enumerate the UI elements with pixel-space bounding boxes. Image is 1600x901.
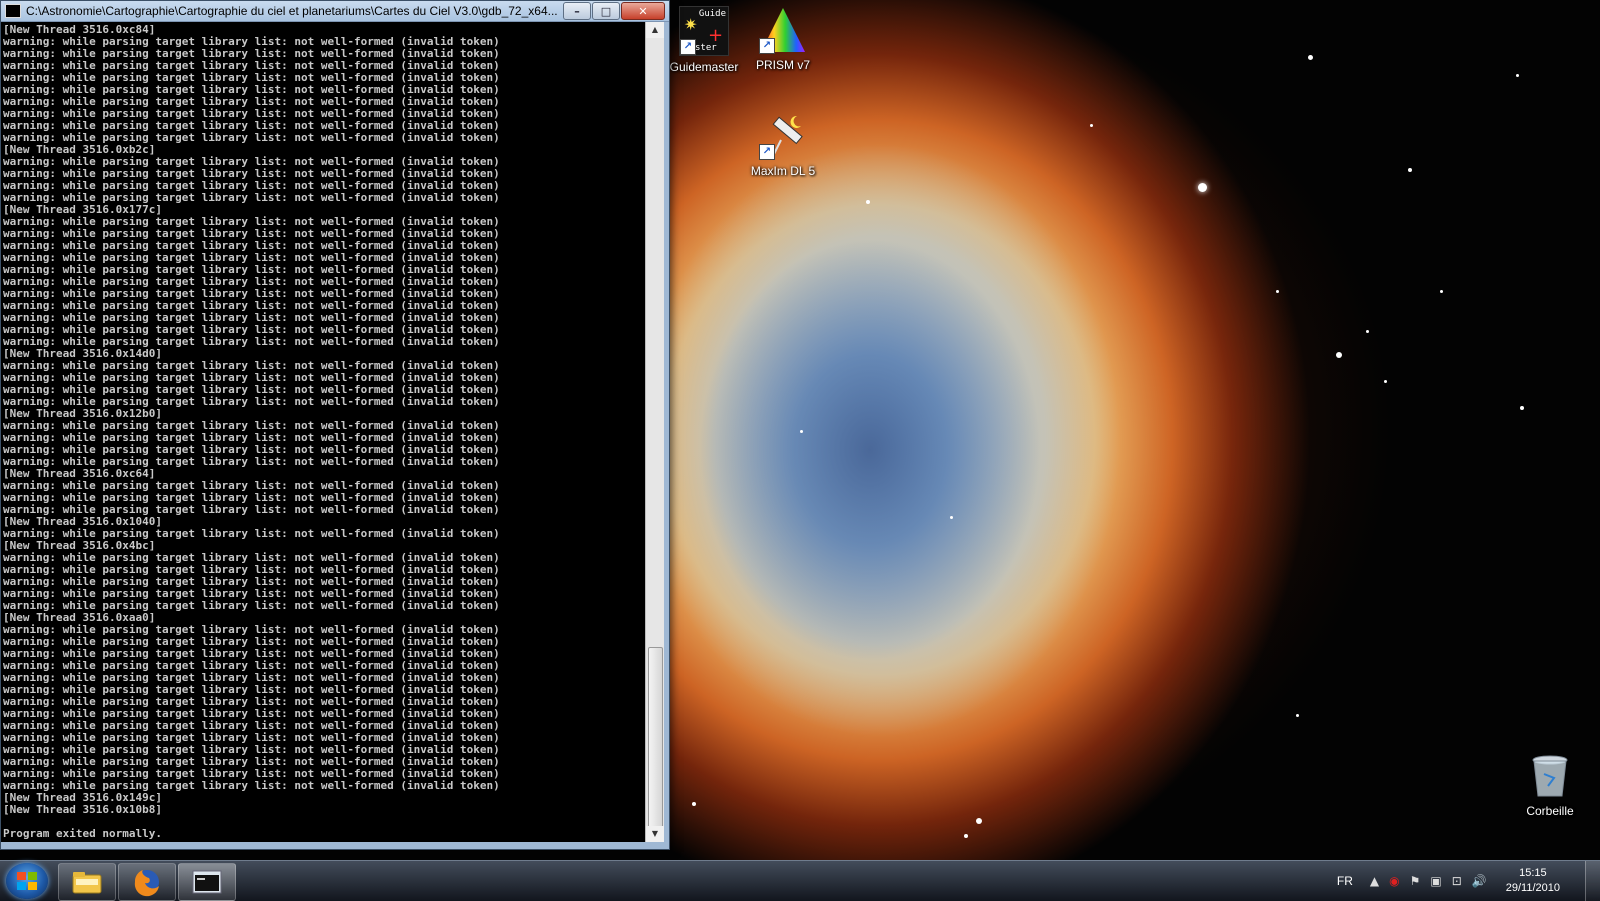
star — [1308, 55, 1313, 60]
windows-logo-icon — [17, 872, 37, 890]
system-tray: FR ▲ ◉ ⚑ ▣ ⊡ 🔊 15:15 29/11/2010 — [1337, 861, 1560, 901]
action-center-flag-icon[interactable]: ⚑ — [1410, 874, 1421, 888]
star — [1516, 74, 1519, 77]
shortcut-arrow-icon: ↗ — [759, 38, 775, 54]
explorer-icon — [72, 872, 102, 894]
shortcut-arrow-icon: ↗ — [680, 39, 696, 55]
firefox-icon — [134, 870, 159, 897]
maximize-button[interactable]: □ — [592, 2, 620, 20]
star — [692, 802, 696, 806]
desktop-icon-maxim-dl[interactable]: ↗ MaxIm DL 5 — [737, 112, 829, 178]
recycle-bin-icon — [1526, 752, 1574, 800]
clock[interactable]: 15:15 29/11/2010 — [1506, 866, 1560, 896]
star — [1296, 714, 1299, 717]
show-hidden-icon[interactable]: ▲ — [1370, 874, 1379, 888]
volume-icon[interactable]: 🔊 — [1472, 874, 1487, 888]
desktop-icon-label: Corbeille — [1526, 804, 1574, 818]
console-window[interactable]: C:\Astronomie\Cartographie\Cartographie … — [0, 0, 670, 850]
bin-graphic-icon — [1532, 755, 1568, 797]
star — [800, 430, 803, 433]
star — [1336, 352, 1342, 358]
clock-time: 15:15 — [1519, 867, 1547, 879]
scroll-down-arrow-icon[interactable]: ▼ — [646, 826, 664, 842]
guidemaster-icon-text-top: Guide — [698, 9, 726, 19]
star — [1408, 168, 1412, 172]
close-button[interactable]: ✕ — [621, 2, 665, 20]
taskbar-firefox-button[interactable] — [118, 863, 176, 901]
device-icon[interactable]: ▣ — [1430, 874, 1441, 888]
taskbar-explorer-button[interactable] — [58, 863, 116, 901]
language-indicator[interactable]: FR — [1337, 874, 1353, 888]
network-icon[interactable]: ⊡ — [1452, 874, 1462, 888]
star — [976, 818, 982, 824]
taskbar: FR ▲ ◉ ⚑ ▣ ⊡ 🔊 15:15 29/11/2010 — [0, 860, 1600, 901]
console-app-icon[interactable] — [5, 4, 21, 18]
show-desktop-button[interactable] — [1585, 861, 1600, 901]
desktop-icon-prism[interactable]: ↗ PRISM v7 — [737, 6, 829, 72]
star-burst-icon: ✷ — [684, 15, 698, 34]
star — [1384, 380, 1387, 383]
console-output-text: [New Thread 3516.0xc84] warning: while pa… — [1, 22, 645, 840]
scrollbar-thumb[interactable] — [648, 647, 663, 829]
star — [950, 516, 953, 519]
console-icon — [192, 870, 222, 894]
minimize-button[interactable]: – — [563, 2, 591, 20]
star — [1440, 290, 1443, 293]
star — [1366, 330, 1369, 333]
guidemaster-icon: Guide ✷ + ster ↗ — [679, 6, 729, 56]
telescope-icon: ↗ — [759, 112, 807, 160]
star — [964, 834, 968, 838]
star — [1090, 124, 1093, 127]
console-line: [New Thread 3516.0x10b8] — [3, 803, 162, 816]
star — [1520, 406, 1524, 410]
vertical-scrollbar[interactable]: ▲ ▼ — [645, 22, 664, 842]
clock-date: 29/11/2010 — [1505, 882, 1560, 894]
console-line: Program exited normally. — [3, 827, 162, 840]
desktop-icon-label: MaxIm DL 5 — [750, 164, 816, 178]
desktop-icon-label: PRISM v7 — [755, 58, 810, 72]
shortcut-arrow-icon: ↗ — [759, 144, 775, 160]
star — [1276, 290, 1279, 293]
guidemaster-icon-text-bottom: ster — [695, 43, 717, 53]
window-titlebar[interactable]: C:\Astronomie\Cartographie\Cartographie … — [1, 1, 669, 22]
antivirus-icon[interactable]: ◉ — [1389, 874, 1399, 888]
console-output-area[interactable]: [New Thread 3516.0xc84] warning: while pa… — [1, 22, 645, 842]
start-button[interactable] — [6, 863, 48, 899]
taskbar-console-button[interactable] — [178, 863, 236, 901]
scroll-up-arrow-icon[interactable]: ▲ — [646, 22, 664, 38]
desktop-icon-recycle-bin[interactable]: Corbeille — [1504, 752, 1596, 818]
star — [1198, 183, 1207, 192]
star — [866, 200, 870, 204]
prism-icon: ↗ — [759, 6, 807, 54]
window-title: C:\Astronomie\Cartographie\Cartographie … — [26, 4, 558, 18]
